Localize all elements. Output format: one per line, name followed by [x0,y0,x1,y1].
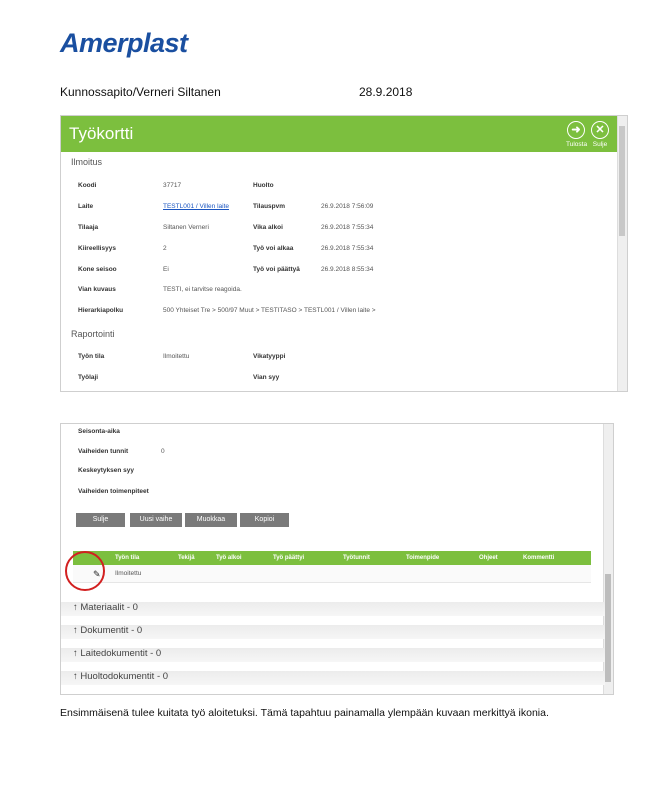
table-row[interactable]: ✎ Ilmoitettu [73,565,591,583]
accordion-label: ↑ Dokumentit - 0 [73,625,143,636]
column-header[interactable]: Työ alkoi [216,555,242,561]
field-label: Vian kuvaus [78,286,116,293]
accordion-materials[interactable]: ↑ Materiaalit - 0 [61,602,605,616]
close-label: Sulje [592,141,608,148]
highlight-circle [65,551,105,591]
field-value: 500 Yhteiset Tre > 500/97 Muut > TESTITA… [163,307,376,314]
phases-grid-header: Työn tila Tekijä Työ alkoi Työ päättyi T… [73,551,591,565]
column-header[interactable]: Työ päättyi [273,555,304,561]
work-card-header: Työkortti ➜ Tulosta ✕ Sulje [61,116,617,152]
accordion-maintenance-documents[interactable]: ↑ Huoltodokumentit - 0 [61,671,605,685]
instruction-text: Ensimmäisenä tulee kuitata työ aloitetuk… [60,707,549,719]
field-label: Huolto [253,182,274,189]
field-label: Kone seisoo [78,266,117,273]
new-phase-button[interactable]: Uusi vaihe [130,513,182,527]
column-header[interactable]: Tekijä [178,555,195,561]
close-button[interactable]: Sulje [76,513,125,527]
row-status: Ilmoitettu [115,570,142,577]
field-label: Vian syy [253,374,280,381]
field-value: 26.9.2018 8:55:34 [321,266,374,273]
column-header[interactable]: Ohjeet [479,555,498,561]
field-label: Vaiheiden toimenpiteet [78,488,149,495]
field-value: 0 [161,448,165,455]
work-card-title: Työkortti [69,124,134,143]
field-value: TESTI, ei tarvitse reagoida. [163,286,242,293]
amerplast-logo: Amerplast [60,28,188,58]
section-report: Raportointi [71,329,115,339]
accordion-documents[interactable]: ↑ Dokumentit - 0 [61,625,605,639]
field-label: Seisonta-aika [78,428,120,435]
field-label: Vikatyyppi [253,353,286,360]
field-value: 26.9.2018 7:55:34 [321,224,374,231]
field-label: Tilauspvm [253,203,286,210]
field-label: Työlaji [78,374,99,381]
field-label: Työ voi päättyä [253,266,300,273]
field-label: Vika alkoi [253,224,283,231]
work-card-panel: Työkortti ➜ Tulosta ✕ Sulje Ilmoitus Koo… [60,115,628,392]
arrow-right-icon: ➜ [567,121,585,139]
field-label: Tilaaja [78,224,99,231]
column-header[interactable]: Toimenpide [406,555,439,561]
field-label: Keskeytyksen syy [78,467,135,474]
field-value: 26.9.2018 7:55:34 [321,245,374,252]
field-value: Ei [163,266,169,273]
scrollbar[interactable] [617,116,627,391]
scrollbar-thumb[interactable] [619,126,625,236]
column-header[interactable]: Kommentti [523,555,554,561]
field-label: Koodi [78,182,97,189]
print-label: Tulosta [566,141,588,148]
work-card-panel-lower: Seisonta-aika Vaiheiden tunnit 0 Keskeyt… [60,423,614,695]
section-notice: Ilmoitus [71,157,103,167]
field-value: 37717 [163,182,182,189]
print-button[interactable]: ➜ Tulosta [566,121,588,148]
column-header[interactable]: Työtunnit [343,555,370,561]
author-line: Kunnossapito/Verneri Siltanen [60,85,221,99]
field-label: Työ voi alkaa [253,245,294,252]
accordion-label: ↑ Huoltodokumentit - 0 [73,671,169,682]
edit-button[interactable]: Muokkaa [185,513,237,527]
field-value: 26.9.2018 7:56:09 [321,203,374,210]
field-value: 2 [163,245,167,252]
field-label: Hierarkiapolku [78,307,124,314]
copy-button[interactable]: Kopioi [240,513,289,527]
accordion-device-documents[interactable]: ↑ Laitedokumentit - 0 [61,648,605,662]
scrollbar-thumb[interactable] [605,574,611,682]
field-value: Ilmoitettu [163,353,190,360]
close-button[interactable]: ✕ Sulje [590,121,610,148]
field-label: Vaiheiden tunnit [78,448,129,455]
accordion-label: ↑ Laitedokumentit - 0 [73,648,162,659]
field-label: Työn tila [78,353,105,360]
device-link[interactable]: TESTL001 / Villen laite [163,203,229,210]
field-label: Kiireellisyys [78,245,116,252]
close-icon: ✕ [591,121,609,139]
document-date: 28.9.2018 [359,85,413,99]
field-value: Siltanen Verneri [163,224,209,231]
accordion-label: ↑ Materiaalit - 0 [73,602,138,613]
field-label: Laite [78,203,94,210]
column-header[interactable]: Työn tila [115,555,139,561]
